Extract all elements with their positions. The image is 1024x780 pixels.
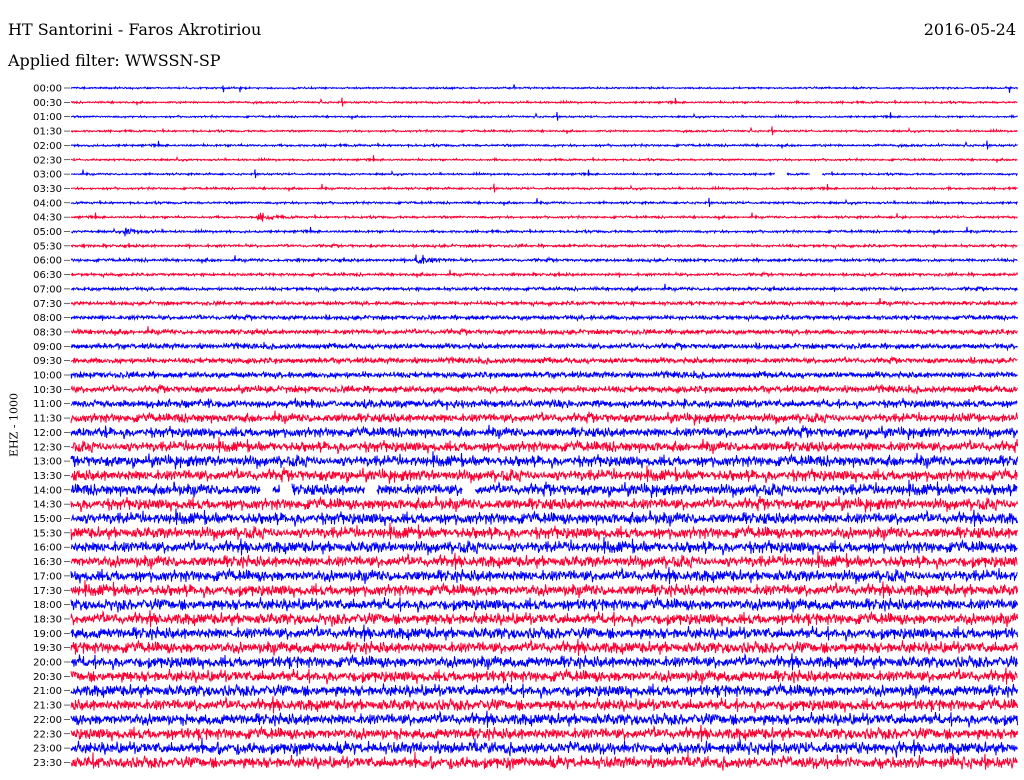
trace-row-14-00: [70, 479, 1018, 499]
time-tick-label: 06:00: [33, 256, 62, 267]
trace-row-20-30: [70, 667, 1018, 685]
trace-row-07-30: [70, 297, 1018, 308]
trace-row-08-30: [70, 326, 1018, 337]
trace-row-03-30: [70, 183, 1018, 193]
trace-group: [70, 84, 1018, 771]
trace-row-11-00: [70, 397, 1018, 411]
time-tick-label: 18:00: [33, 600, 62, 611]
trace-row-07-00: [70, 283, 1018, 294]
time-tick-label: 06:30: [33, 270, 62, 281]
trace-row-15-00: [70, 508, 1018, 527]
time-tick-label: 19:00: [33, 629, 62, 640]
trace-row-12-00: [70, 424, 1018, 441]
trace-row-02-00: [70, 140, 1018, 150]
trace-row-13-30: [70, 465, 1018, 484]
trace-row-10-00: [70, 370, 1018, 380]
trace-row-09-30: [70, 355, 1018, 366]
time-tick-label: 07:30: [33, 299, 62, 310]
trace-row-03-00: [70, 169, 1018, 179]
trace-row-18-30: [70, 609, 1018, 628]
time-tick-label: 15:00: [33, 514, 62, 525]
trace-row-23-00: [70, 737, 1018, 758]
trace-row-18-00: [70, 596, 1018, 613]
time-tick-label: 09:30: [33, 356, 62, 367]
time-tick-label: 01:30: [33, 127, 62, 138]
trace-row-22-30: [70, 724, 1018, 743]
time-tick-label: 20:30: [33, 672, 62, 683]
time-tick-label: 10:30: [33, 385, 62, 396]
time-tick-label: 01:00: [33, 112, 62, 123]
time-tick-label: 09:00: [33, 342, 62, 353]
time-tick-label: 17:30: [33, 586, 62, 597]
time-tick-label: 10:00: [33, 371, 62, 382]
time-tick-label: 17:00: [33, 571, 62, 582]
trace-row-01-00: [70, 111, 1018, 121]
time-tick-label: 00:30: [33, 98, 62, 109]
trace-row-04-00: [70, 197, 1018, 207]
trace-row-21-00: [70, 682, 1018, 699]
time-tick-label: 16:00: [33, 543, 62, 554]
trace-row-12-30: [70, 437, 1018, 454]
trace-row-17-30: [70, 580, 1018, 599]
time-tick-label: 05:30: [33, 241, 62, 252]
trace-row-06-30: [70, 269, 1018, 279]
trace-row-21-30: [70, 696, 1018, 714]
time-tick-label: 08:00: [33, 313, 62, 324]
time-tick-label: 14:30: [33, 500, 62, 511]
trace-row-11-30: [70, 410, 1018, 426]
time-tick-label: 07:00: [33, 284, 62, 295]
time-tick-label: 02:00: [33, 141, 62, 152]
time-tick-label: 04:00: [33, 198, 62, 209]
time-tick-label: 13:00: [33, 457, 62, 468]
trace-row-06-00: [70, 254, 1018, 265]
trace-row-00-30: [71, 97, 1018, 107]
trace-row-13-00: [70, 451, 1018, 470]
time-tick-label: 21:30: [33, 701, 62, 712]
time-tick-label: 19:30: [33, 643, 62, 654]
trace-row-10-30: [70, 383, 1018, 395]
time-tick-label: 20:00: [33, 658, 62, 669]
time-tick-label: 23:00: [33, 744, 62, 755]
trace-row-08-00: [70, 313, 1018, 323]
time-tick-label: 08:30: [33, 327, 62, 338]
trace-row-09-00: [70, 341, 1018, 352]
time-tick-label: 18:30: [33, 614, 62, 625]
trace-row-05-00: [71, 226, 1018, 237]
trace-row-20-00: [70, 652, 1018, 671]
time-tick-label: 00:00: [33, 84, 62, 95]
time-tick-label: 22:00: [33, 715, 62, 726]
trace-row-19-00: [70, 624, 1018, 642]
trace-row-23-30: [70, 751, 1018, 771]
time-tick-label: 13:30: [33, 471, 62, 482]
trace-row-15-30: [70, 522, 1018, 542]
time-tick-label: 22:30: [33, 729, 62, 740]
trace-row-17-00: [70, 566, 1018, 585]
time-tick-label: 21:00: [33, 686, 62, 697]
trace-row-16-00: [70, 537, 1018, 556]
trace-row-05-30: [70, 242, 1018, 250]
trace-row-22-00: [70, 710, 1018, 728]
time-tick-label: 12:00: [33, 428, 62, 439]
time-tick-label: 04:30: [33, 213, 62, 224]
trace-row-00-00: [70, 84, 1018, 94]
trace-row-04-30: [70, 212, 1018, 222]
time-tick-label: 12:30: [33, 442, 62, 453]
time-axis: 00:00 00:30 01:00 01:30 02:00 02:30 03:00 03:30…: [33, 84, 70, 769]
time-tick-label: 23:30: [33, 758, 62, 769]
helicorder-plot: 00:00 00:30 01:00 01:30 02:00 02:30 03:00 03:30…: [33, 84, 1018, 771]
time-tick-label: 02:30: [33, 155, 62, 166]
time-tick-label: 11:00: [33, 399, 62, 410]
time-tick-label: 03:00: [33, 170, 62, 181]
time-tick-label: 05:00: [33, 227, 62, 238]
trace-row-19-30: [70, 638, 1018, 656]
time-tick-label: 16:30: [33, 557, 62, 568]
trace-row-01-30: [70, 126, 1018, 136]
time-tick-label: 15:30: [33, 528, 62, 539]
time-tick-label: 11:30: [33, 414, 62, 425]
trace-row-16-30: [70, 551, 1018, 570]
trace-row-02-30: [70, 155, 1018, 163]
trace-row-14-30: [70, 495, 1018, 513]
time-tick-label: 14:00: [33, 485, 62, 496]
time-tick-label: 03:30: [33, 184, 62, 195]
